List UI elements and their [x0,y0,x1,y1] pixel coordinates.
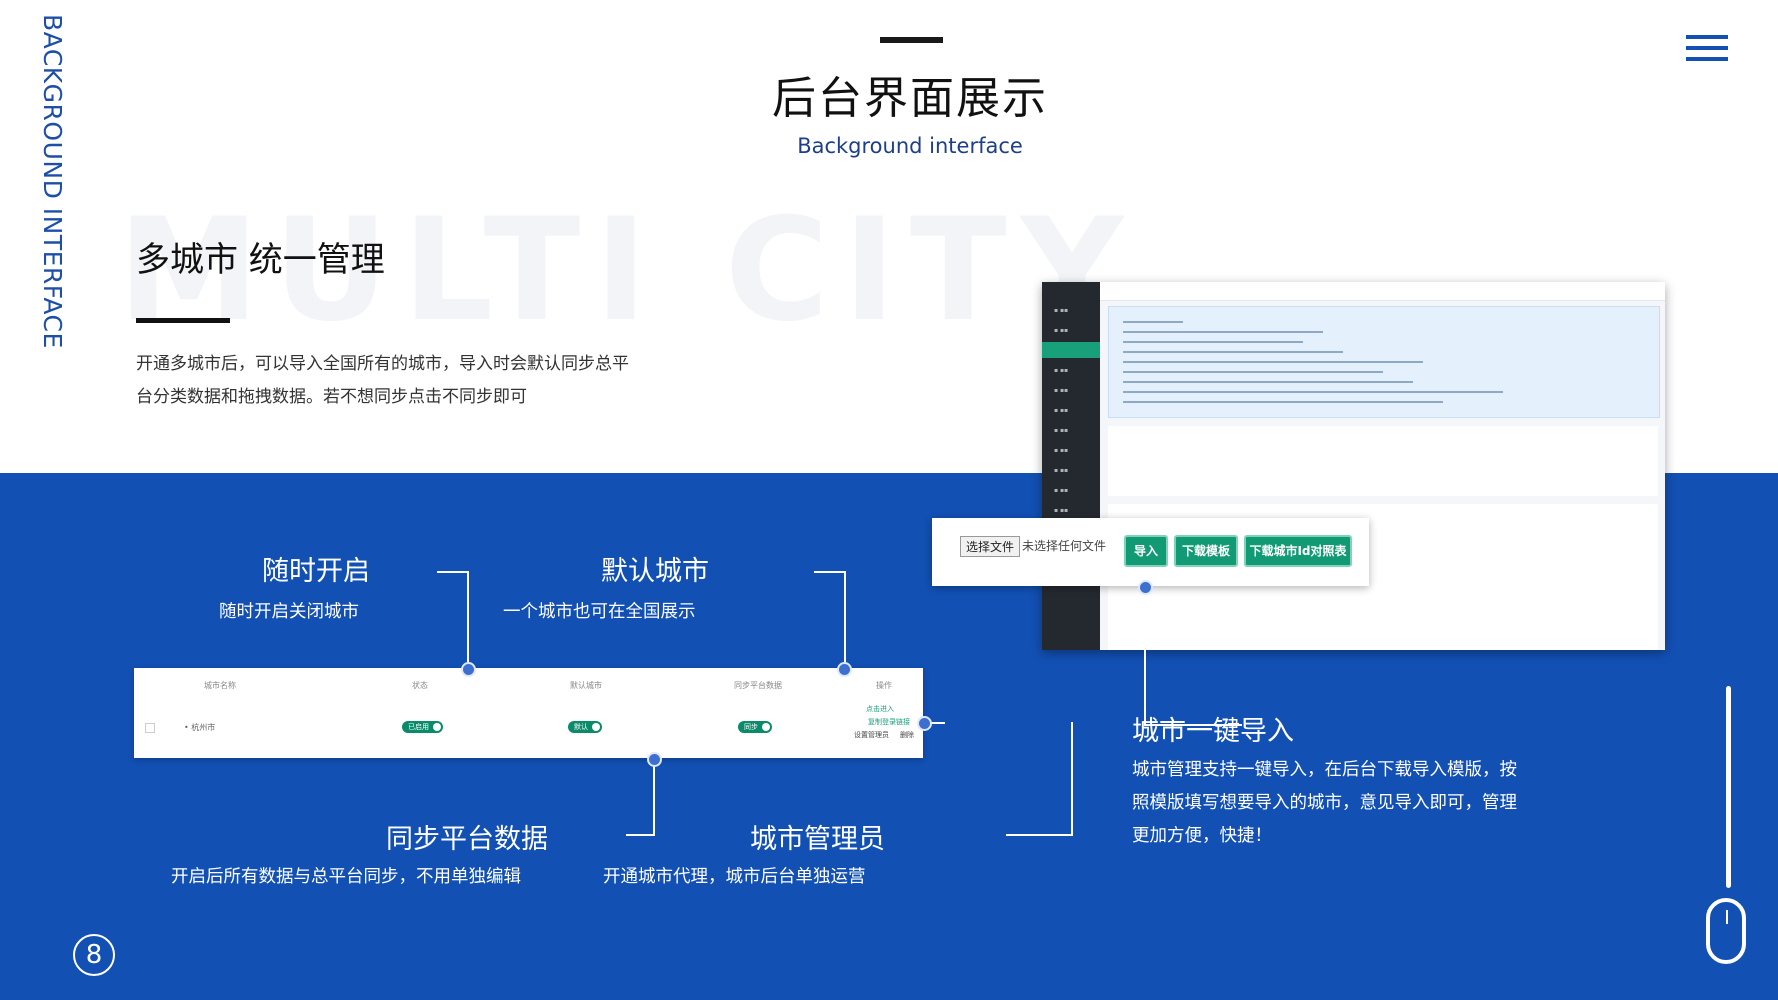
label-open-anytime-sub: 随时开启关闭城市 [219,602,359,622]
download-city-id-button[interactable]: 下载城市Id对照表 [1244,535,1352,567]
row-checkbox[interactable] [145,723,155,733]
city-table: 城市名称 状态 默认城市 同步平台数据 操作 • 杭州市 已启用 默认 同步 点… [134,668,923,758]
screenshot-sidebar-active [1042,342,1100,358]
connector-import-dot [1138,580,1153,595]
screenshot-sidebar: ▪ ▪▪ ▪ ▪▪ ▪ ▪▪ ▪ ▪▪ ▪ ▪▪ ▪ ▪▪ ▪ ▪▪ ▪ ▪▪ … [1042,282,1100,650]
connector-default-v [844,571,846,670]
connector-open-v [467,571,469,670]
download-template-button[interactable]: 下载模板 [1174,535,1238,567]
feature-title: 多城市 统一管理 [136,240,385,280]
screenshot-topbar [1100,282,1665,301]
connector-sync-dot [647,752,662,767]
admin-panel-screenshot: ▪ ▪▪ ▪ ▪▪ ▪ ▪▪ ▪ ▪▪ ▪ ▪▪ ▪ ▪▪ ▪ ▪▪ ▪ ▪▪ … [1042,282,1665,650]
action-delete[interactable]: 删除 [900,730,914,740]
page-subtitle: Background interface [797,134,1023,158]
feature-description: 开通多城市后，可以导入全国所有的城市，导入时会默认同步总平台分类数据和拖拽数据。… [136,354,629,407]
label-admin-sub: 开通城市代理，城市后台单独运营 [603,867,866,887]
sync-toggle[interactable]: 同步 [738,721,772,733]
col-header-default: 默认城市 [570,681,602,690]
label-import-title: 城市一键导入 [1132,716,1294,747]
label-sync-sub: 开启后所有数据与总平台同步，不用单独编辑 [171,867,521,887]
col-header-actions: 操作 [876,681,892,690]
label-open-anytime-title: 随时开启 [262,556,370,587]
choose-file-button[interactable]: 选择文件 [960,536,1021,557]
connector-default-dot [837,662,852,677]
label-default-city-sub: 一个城市也可在全国展示 [503,602,696,622]
connector-admin-v [1071,722,1073,836]
title-accent-bar [880,37,943,43]
page-number-badge: 8 [73,934,115,976]
label-import-desc: 城市管理支持一键导入，在后台下载导入模版，按照模版填写想要导入的城市，意见导入即… [1132,760,1517,846]
status-toggle[interactable]: 已启用 [402,721,443,733]
feature-underline [136,318,230,323]
col-header-sync: 同步平台数据 [734,681,782,690]
screenshot-notice-box [1108,306,1660,418]
connector-open-dot [461,662,476,677]
connector-open-h [437,571,469,573]
col-header-status: 状态 [412,681,428,690]
screenshot-filter-card [1108,426,1658,496]
connector-admin-dot [917,716,932,731]
connector-import-v [1144,586,1146,726]
import-button[interactable]: 导入 [1124,535,1168,567]
menu-icon[interactable] [1686,35,1728,65]
connector-sync-v [653,758,655,836]
label-admin-title: 城市管理员 [750,824,885,855]
action-copy-link[interactable]: 复制登录链接 [868,717,910,727]
page-title: 后台界面展示 [772,73,1048,124]
mouse-icon [1706,898,1746,964]
connector-admin-h2 [1006,834,1072,836]
label-default-city-title: 默认城市 [601,556,709,587]
row-city-name: • 杭州市 [184,723,216,732]
no-file-text: 未选择任何文件 [1022,539,1107,553]
vertical-section-title: BACKGROUND INTERFACE [38,14,67,349]
label-sync-title: 同步平台数据 [386,824,548,855]
default-toggle[interactable]: 默认 [568,721,602,733]
action-enter-link[interactable]: 点击进入 [866,704,894,714]
connector-default-h [814,571,846,573]
scroll-indicator-line [1726,686,1731,888]
action-set-admin[interactable]: 设置管理员 [854,730,889,740]
connector-sync-h [626,834,655,836]
upload-toolbar: 选择文件 未选择任何文件 导入 下载模板 下载城市Id对照表 [932,518,1369,586]
col-header-city: 城市名称 [204,681,236,690]
